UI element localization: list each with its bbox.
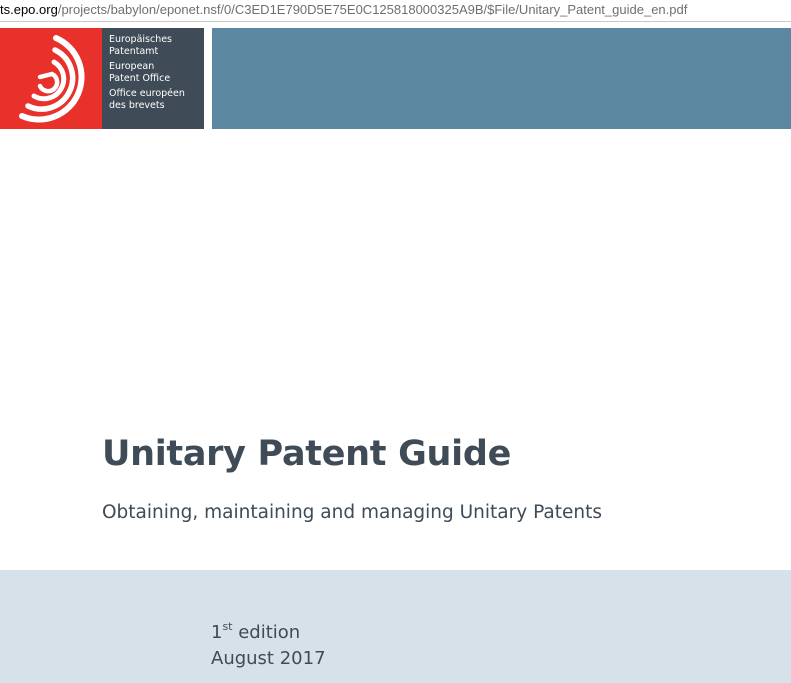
document-title: Unitary Patent Guide — [102, 434, 512, 474]
url-domain: ts.epo.org — [0, 2, 58, 17]
edition-label: edition — [232, 622, 301, 643]
epo-logo-mark — [0, 28, 102, 129]
logo-line-fr-1: Office européen — [109, 88, 185, 99]
epo-logo-icon — [19, 35, 85, 123]
logo-line-en-1: European — [109, 61, 155, 72]
document-subtitle: Obtaining, maintaining and managing Unit… — [102, 502, 602, 523]
edition-line: 1st edition — [211, 620, 300, 646]
logo-line-fr-2: des brevets — [109, 99, 165, 111]
logo-line-de-2: Patentamt — [109, 45, 159, 57]
pdf-header-banner: Europäisches Patentamt European Patent O… — [0, 28, 791, 129]
url-path: /projects/babylon/eponet.nsf/0/C3ED1E790… — [57, 2, 688, 17]
logo-line-de-1: Europäisches — [109, 34, 173, 45]
edition-suffix: st — [222, 620, 233, 633]
banner-divider — [204, 28, 212, 129]
footer-band — [0, 570, 791, 683]
publication-date: August 2017 — [211, 648, 326, 669]
edition-number: 1 — [211, 622, 223, 643]
banner-blue-bar — [212, 28, 791, 129]
address-bar[interactable]: ts.epo.org/projects/babylon/eponet.nsf/0… — [0, 0, 791, 22]
logo-line-en-2: Patent Office — [109, 72, 171, 84]
epo-logo-wordmark: Europäisches Patentamt European Patent O… — [102, 28, 204, 129]
